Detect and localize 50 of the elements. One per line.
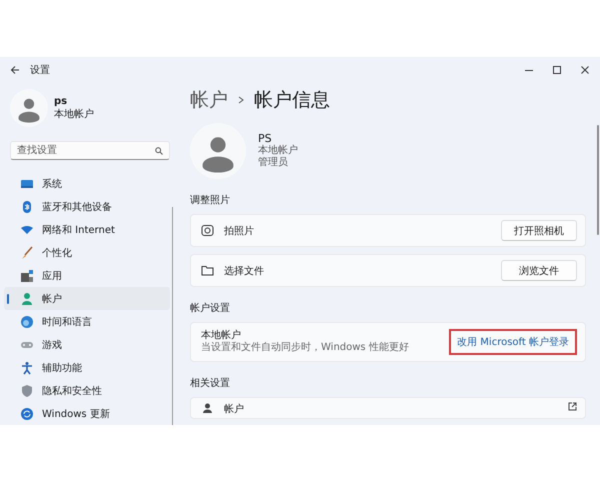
bluetooth-icon (20, 200, 34, 214)
globe-icon (20, 314, 34, 328)
brush-icon (20, 246, 34, 260)
breadcrumb-parent[interactable]: 帐户 (190, 87, 228, 113)
nav-item[interactable]: 应用 (4, 264, 170, 287)
chevron-icon (238, 96, 244, 104)
maximize-icon[interactable] (552, 65, 562, 75)
refresh-icon (20, 406, 34, 420)
nav-item[interactable]: Windows 更新 (4, 402, 170, 425)
page-title: 帐户信息 (254, 88, 330, 113)
profile-type: 本地帐户 (54, 108, 94, 120)
avatar-icon (190, 123, 246, 179)
nav-item[interactable]: 帐户 (4, 287, 170, 310)
nav-item[interactable]: 时间和语言 (4, 310, 170, 333)
section-heading: 相关设置 (190, 376, 231, 390)
setting-description: 当设置和文件自动同步时，Windows 性能更好 (201, 342, 410, 354)
section-heading: 帐户设置 (190, 302, 231, 315)
window-title: 设置 (30, 64, 51, 77)
apps-icon (20, 268, 34, 282)
setting-label: 选择文件 (224, 264, 265, 278)
account-detail: 管理员 (258, 157, 289, 169)
avatar-icon (10, 89, 48, 127)
nav-item[interactable]: 蓝牙和其他设备 (4, 195, 170, 218)
search-icon (155, 147, 163, 155)
setting-label: 本地帐户 (201, 330, 242, 342)
account-name: PS (258, 133, 272, 145)
search-field[interactable]: 查找设置 (10, 141, 170, 160)
camera-icon (201, 224, 214, 237)
nav-item[interactable]: 系统 (4, 172, 170, 195)
close-icon[interactable] (580, 65, 590, 75)
external-link-icon[interactable] (568, 402, 577, 411)
setting-label: 拍照片 (224, 224, 255, 238)
account-detail: 本地帐户 (258, 145, 298, 157)
sign-in-link[interactable]: 改用 Microsoft 帐户登录 (449, 329, 577, 355)
folder-icon (201, 264, 214, 277)
action-button[interactable]: 打开照相机 (501, 220, 577, 241)
nav-item[interactable]: 辅助功能 (4, 356, 170, 379)
accessibility-icon (20, 360, 34, 374)
nav-item[interactable]: 隐私和安全性 (4, 379, 170, 402)
setting-label[interactable]: 帐户 (224, 402, 558, 416)
profile-name: ps (54, 96, 68, 106)
person-icon (20, 292, 34, 306)
nav-item[interactable]: 个性化 (4, 241, 170, 264)
section-heading: 调整照片 (190, 194, 231, 207)
nav-item[interactable]: 网络和 Internet (4, 218, 170, 241)
person-icon (201, 402, 214, 415)
action-button[interactable]: 浏览文件 (501, 260, 577, 281)
shield-icon (20, 384, 34, 398)
nav-item[interactable]: 游戏 (4, 333, 170, 356)
back-icon[interactable] (10, 65, 20, 75)
